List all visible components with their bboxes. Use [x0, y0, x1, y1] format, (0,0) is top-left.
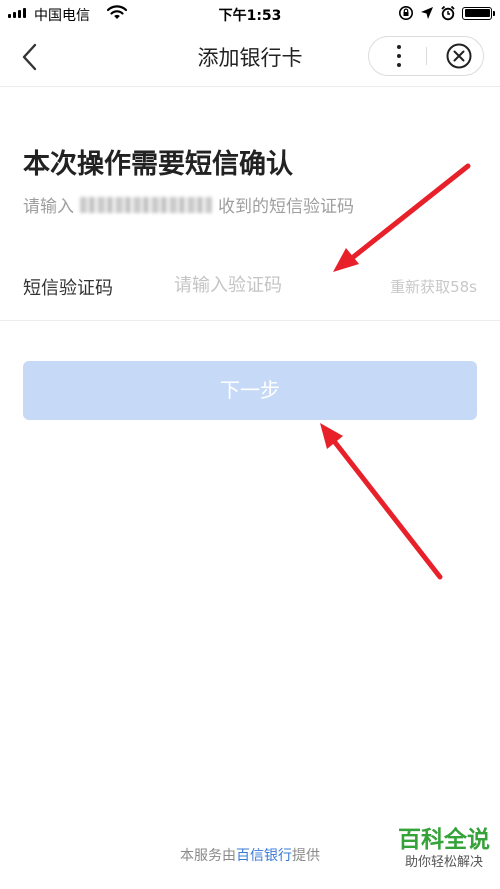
back-chevron-icon: [22, 43, 37, 71]
battery-icon: [462, 6, 495, 20]
footer-prefix: 本服务由: [180, 848, 236, 864]
nav-bar: 添加银行卡: [0, 28, 500, 87]
masked-phone-number: [80, 196, 212, 213]
watermark-logo: 百科全说 助你轻松解决: [398, 826, 490, 872]
close-circle-icon: [446, 43, 472, 69]
close-button[interactable]: [445, 42, 473, 70]
footer-suffix: 提供: [292, 848, 320, 864]
alarm-icon: [441, 5, 455, 21]
instruction-suffix: 收到的短信验证码: [218, 197, 354, 217]
resend-countdown[interactable]: 重新获取58s: [390, 276, 477, 297]
next-step-button[interactable]: 下一步: [23, 361, 477, 420]
arrow-to-next-button: [320, 423, 443, 580]
sms-code-label: 短信验证码: [23, 278, 113, 299]
status-icons: [398, 5, 495, 21]
bank-link[interactable]: 百信银行: [236, 848, 292, 864]
back-button[interactable]: [14, 40, 48, 74]
mini-program-capsule: [368, 36, 484, 76]
location-icon: [421, 7, 433, 19]
rotation-lock-icon: [399, 6, 413, 20]
instruction-prefix: 请输入: [23, 197, 74, 217]
annotation-arrows: [320, 163, 471, 580]
sms-confirm-heading: 本次操作需要短信确认: [23, 149, 293, 180]
sms-code-row: 短信验证码 重新获取58s: [0, 250, 500, 321]
watermark-subtitle: 助你轻松解决: [404, 855, 483, 870]
capsule-divider: [426, 47, 427, 65]
watermark-title: 百科全说: [398, 827, 490, 853]
status-bar: 中国电信 下午1:53: [0, 0, 500, 28]
sms-instruction: 请输入 收到的短信验证码: [23, 192, 354, 217]
more-button[interactable]: [369, 37, 427, 75]
sms-code-input[interactable]: [174, 270, 364, 300]
